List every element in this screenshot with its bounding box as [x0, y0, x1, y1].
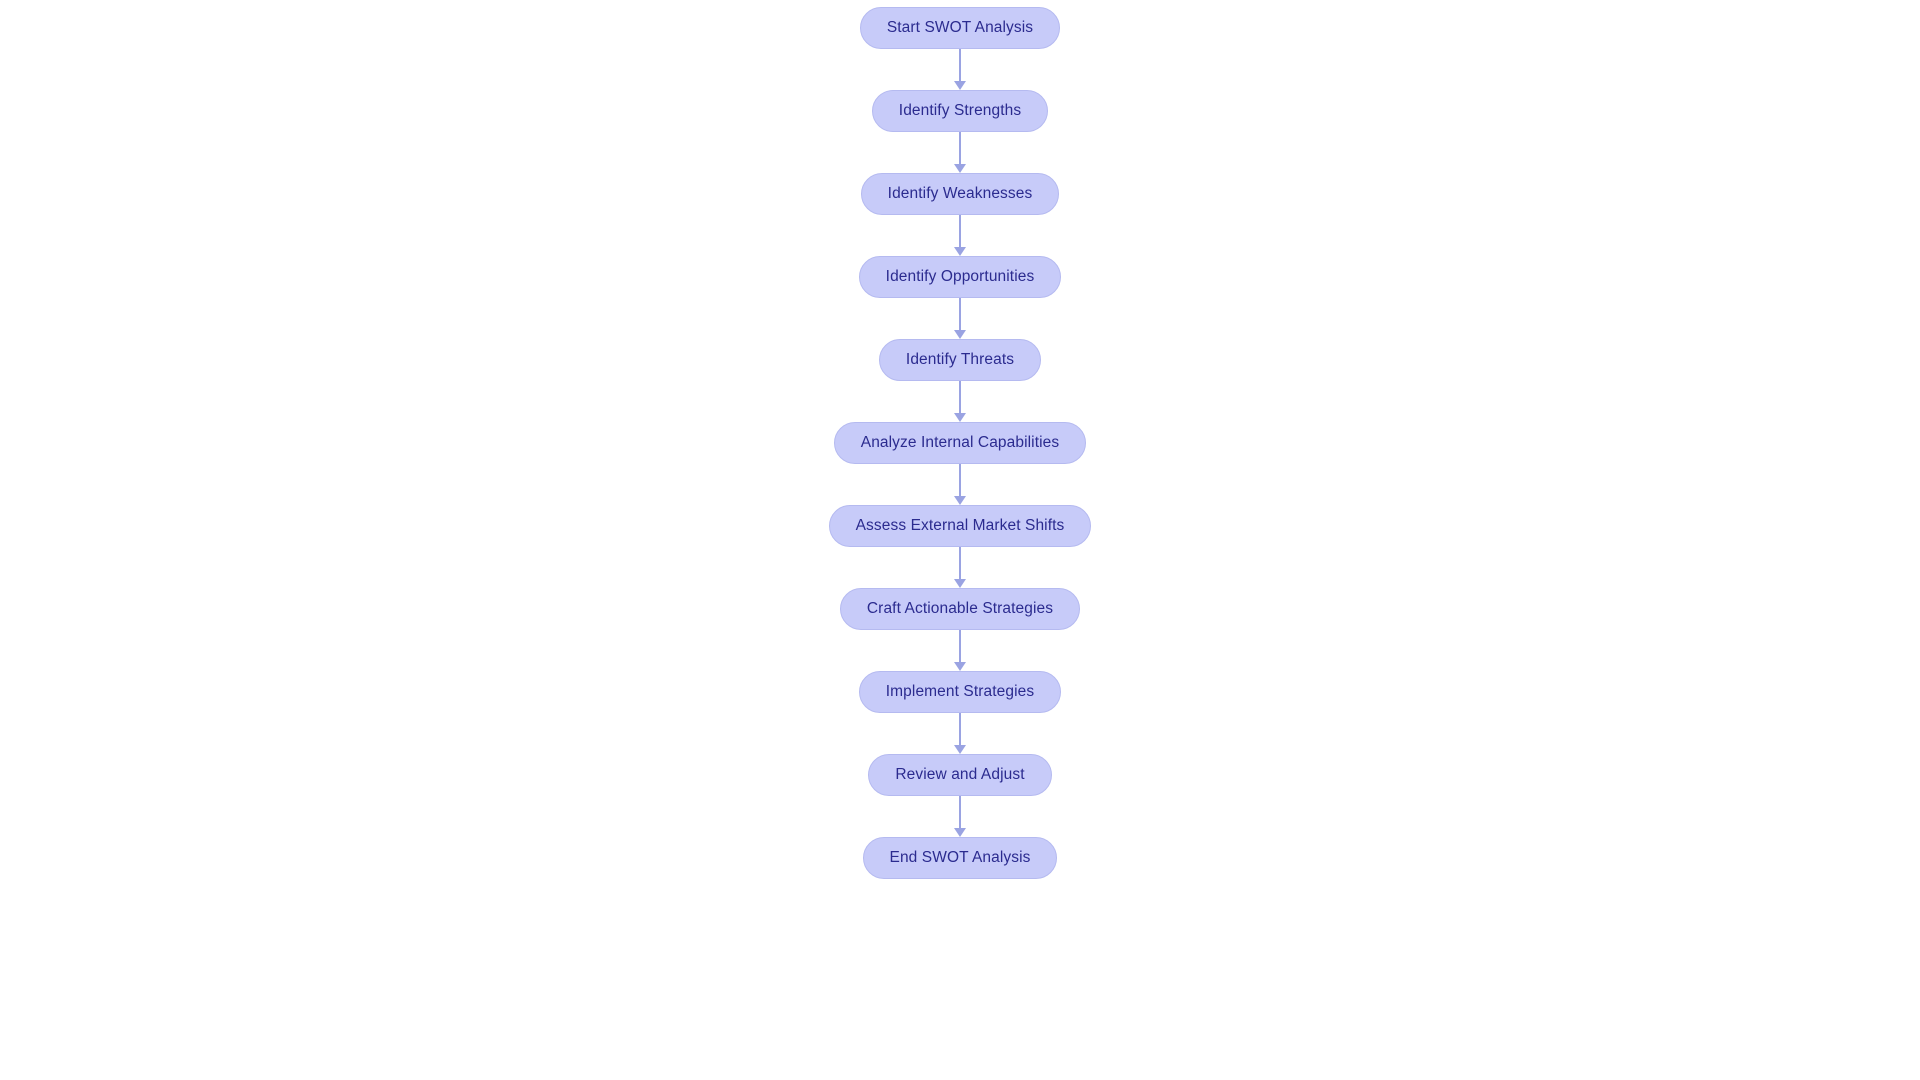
- flow-node-implement-strategies[interactable]: Implement Strategies: [858, 671, 1062, 713]
- flow-node-label: Analyze Internal Capabilities: [860, 434, 1060, 452]
- arrowhead-icon: [954, 579, 966, 588]
- flow-node-start[interactable]: Start SWOT Analysis: [859, 7, 1061, 49]
- flow-node-label: Identify Weaknesses: [887, 185, 1033, 203]
- connector-line: [959, 713, 961, 746]
- arrowhead-icon: [954, 413, 966, 422]
- flow-node-end[interactable]: End SWOT Analysis: [862, 837, 1058, 879]
- flow-arrow-craft-to-implement: [949, 630, 971, 671]
- flow-arrow-external-to-craft: [949, 547, 971, 588]
- flow-node-label: Assess External Market Shifts: [855, 517, 1065, 535]
- flow-node-identify-threats[interactable]: Identify Threats: [878, 339, 1042, 381]
- connector-line: [959, 630, 961, 663]
- connector-line: [959, 464, 961, 497]
- flow-node-label: Review and Adjust: [895, 766, 1025, 784]
- arrowhead-icon: [954, 496, 966, 505]
- flow-arrow-review-to-end: [949, 796, 971, 837]
- flow-node-identify-weaknesses[interactable]: Identify Weaknesses: [860, 173, 1060, 215]
- connector-line: [959, 132, 961, 165]
- connector-line: [959, 547, 961, 580]
- connector-line: [959, 298, 961, 331]
- flow-node-label: Craft Actionable Strategies: [866, 600, 1054, 618]
- flow-arrow-strengths-to-weaknesses: [949, 132, 971, 173]
- flow-node-label: Start SWOT Analysis: [886, 19, 1034, 37]
- arrowhead-icon: [954, 330, 966, 339]
- flow-node-label: Identify Strengths: [898, 102, 1022, 120]
- flow-arrow-weaknesses-to-opportunities: [949, 215, 971, 256]
- flow-node-assess-external-market-shifts[interactable]: Assess External Market Shifts: [828, 505, 1092, 547]
- flow-arrow-implement-to-review: [949, 713, 971, 754]
- arrowhead-icon: [954, 662, 966, 671]
- connector-line: [959, 796, 961, 829]
- arrowhead-icon: [954, 247, 966, 256]
- flow-node-review-and-adjust[interactable]: Review and Adjust: [868, 754, 1052, 796]
- flow-arrow-opportunities-to-threats: [949, 298, 971, 339]
- arrowhead-icon: [954, 745, 966, 754]
- connector-line: [959, 381, 961, 414]
- flow-node-identify-strengths[interactable]: Identify Strengths: [871, 90, 1049, 132]
- flow-arrow-internal-to-external: [949, 464, 971, 505]
- flow-node-craft-actionable-strategies[interactable]: Craft Actionable Strategies: [839, 588, 1081, 630]
- flowchart-node-column: Start SWOT Analysis Identify Strengths I…: [0, 7, 1920, 879]
- connector-line: [959, 49, 961, 82]
- flow-node-analyze-internal-capabilities[interactable]: Analyze Internal Capabilities: [833, 422, 1087, 464]
- flow-node-label: Implement Strategies: [885, 683, 1035, 701]
- flow-node-identify-opportunities[interactable]: Identify Opportunities: [858, 256, 1062, 298]
- arrowhead-icon: [954, 164, 966, 173]
- flow-arrow-start-to-strengths: [949, 49, 971, 90]
- flowchart-canvas: Start SWOT Analysis Identify Strengths I…: [0, 0, 1920, 1080]
- flow-node-label: End SWOT Analysis: [889, 849, 1031, 867]
- arrowhead-icon: [954, 828, 966, 837]
- flow-node-label: Identify Threats: [905, 351, 1015, 369]
- flow-node-label: Identify Opportunities: [885, 268, 1035, 286]
- arrowhead-icon: [954, 81, 966, 90]
- flow-arrow-threats-to-internal: [949, 381, 971, 422]
- connector-line: [959, 215, 961, 248]
